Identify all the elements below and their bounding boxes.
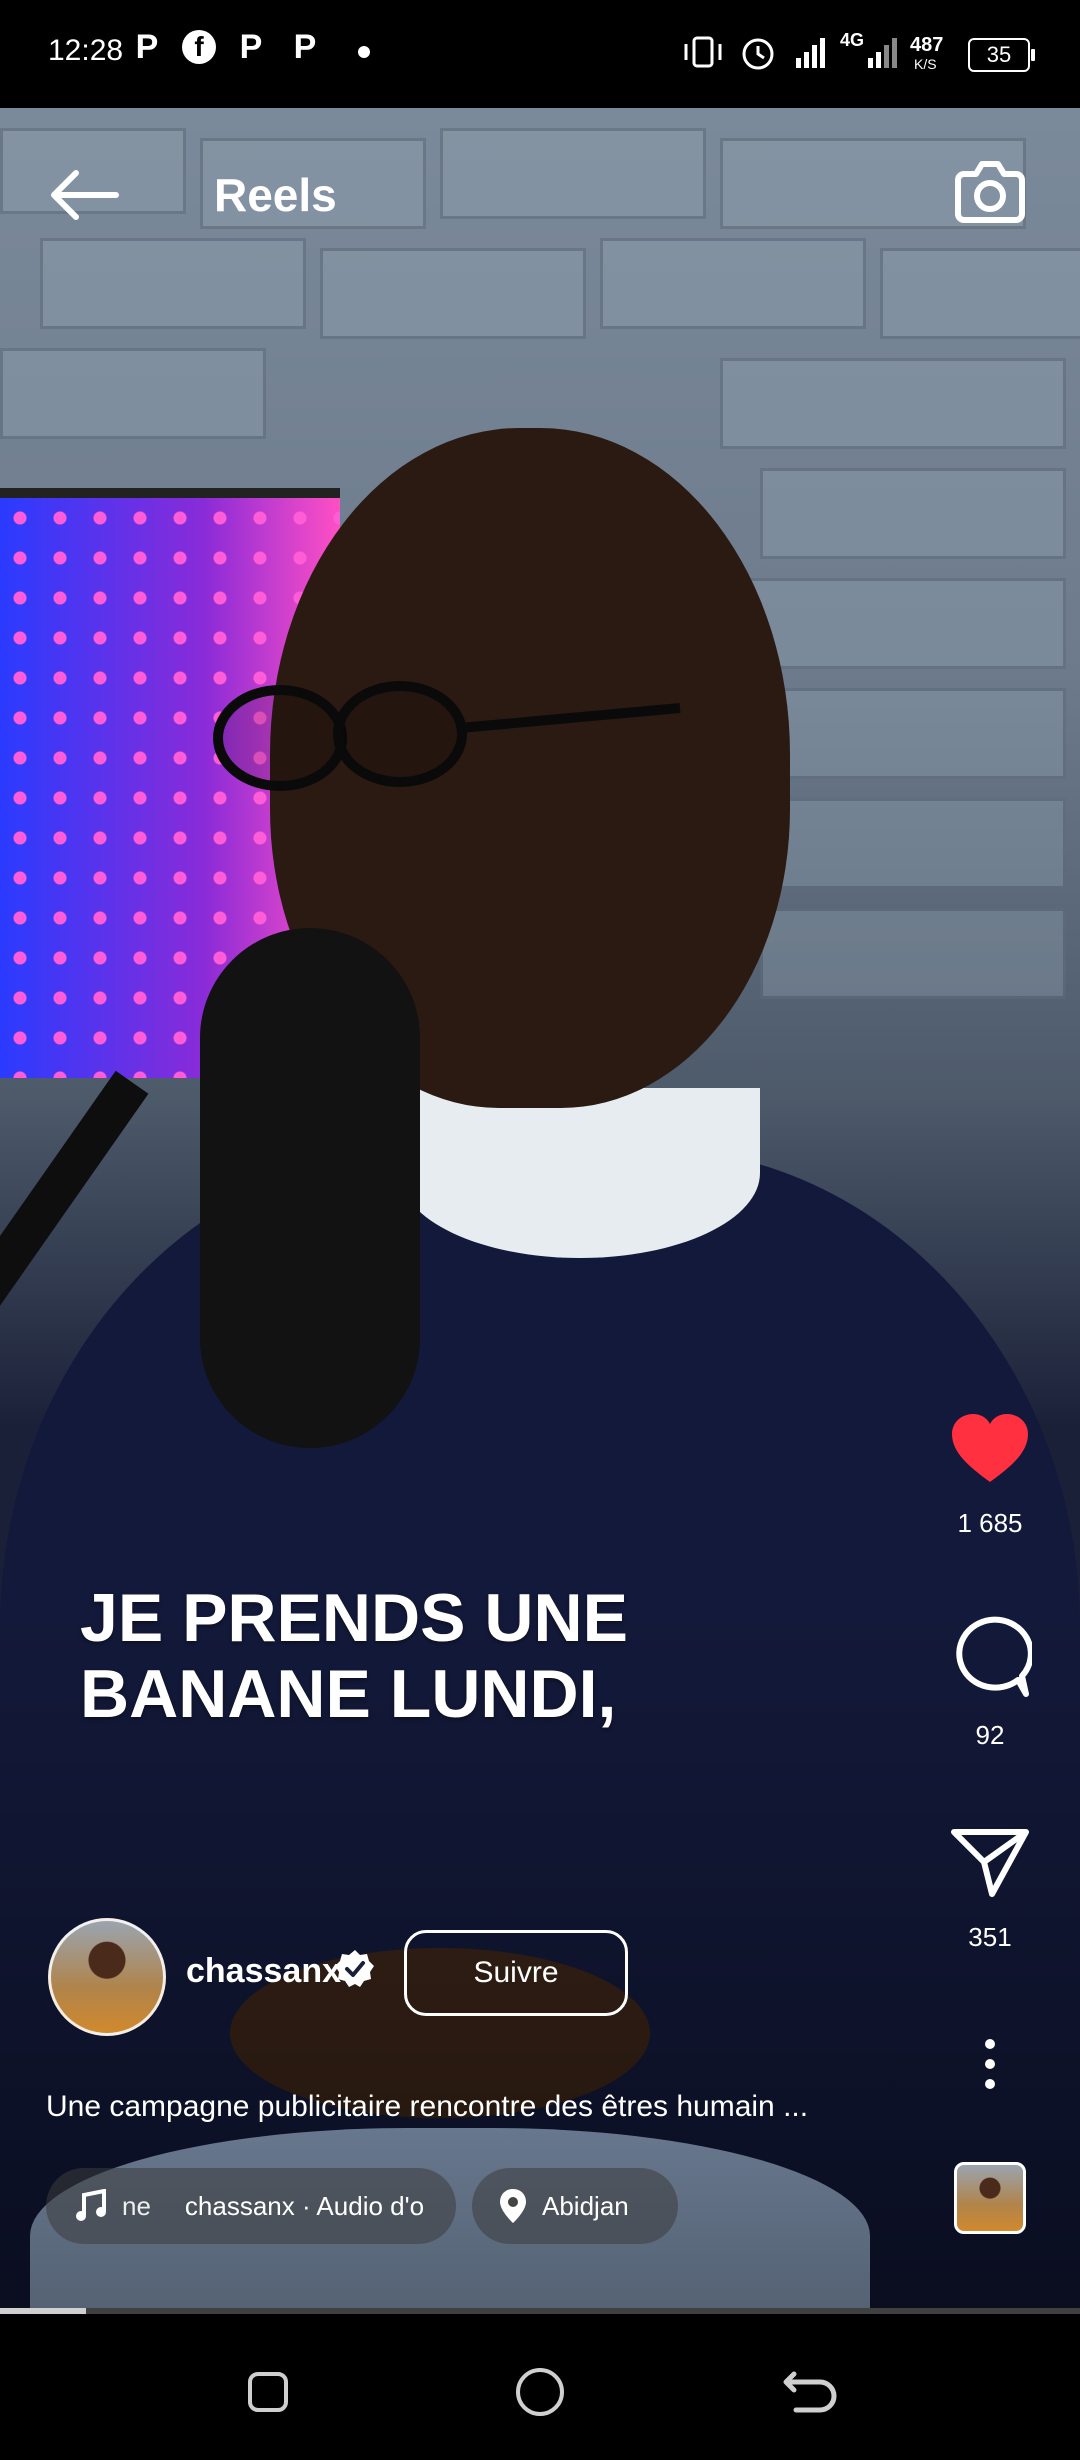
audio-chip[interactable]: ne chassanx · Audio d'o (46, 2168, 456, 2244)
network-speed-unit: K/S (914, 56, 937, 72)
more-notifications-dot (358, 46, 370, 58)
heart-icon (952, 1414, 1028, 1482)
more-options-icon[interactable] (960, 2034, 1020, 2094)
network-speed: 487 (910, 34, 944, 56)
app-notification-icon: P (135, 28, 159, 66)
status-bar: 12:28 P f P P 4G 487 K/S 35 (0, 0, 1080, 108)
glasses (213, 681, 681, 791)
nav-back-icon[interactable] (780, 2366, 840, 2418)
page-title: Reels (214, 169, 337, 221)
signal-icon-2 (868, 38, 897, 68)
audio-prefix: ne (122, 2190, 151, 2221)
share-count: 351 (968, 1922, 1012, 1952)
location-pin-icon (500, 2189, 526, 2223)
location-label: Abidjan (542, 2190, 629, 2221)
verified-badge-icon (335, 1950, 374, 1987)
recent-apps-button[interactable] (248, 2372, 288, 2412)
comment-icon (956, 1616, 1032, 1697)
follow-button[interactable]: Suivre (404, 1930, 628, 2016)
audio-label: chassanx · Audio d'o (184, 2190, 425, 2221)
status-time: 12:28 (48, 34, 124, 67)
author-username[interactable]: chassanx (186, 1952, 341, 1991)
location-chip[interactable]: Abidjan (472, 2168, 678, 2244)
alarm-icon (742, 38, 774, 70)
app-notification-icon: P (293, 28, 317, 66)
reel-description[interactable]: Une campagne publicitaire rencontre des … (46, 2090, 946, 2124)
caption-line-2: BANANE LUNDI, (80, 1656, 617, 1732)
camera-icon[interactable] (950, 152, 1030, 232)
facebook-icon: f (182, 30, 216, 64)
comment-count: 92 (975, 1720, 1005, 1750)
author-avatar[interactable] (48, 1918, 166, 2036)
app-notification-icon: P (239, 28, 263, 66)
comment-button[interactable]: 92 (930, 1614, 1050, 1751)
send-icon (951, 1829, 1029, 1897)
vibrate-icon (684, 36, 722, 68)
signal-icon (796, 38, 825, 68)
caption-line-1: JE PRENDS UNE (80, 1580, 628, 1656)
music-note-icon (76, 2189, 106, 2221)
video-caption: JE PRENDS UNE BANANE LUNDI, (80, 1580, 680, 1732)
person-collar (400, 1088, 760, 1258)
battery-icon: 35 (968, 38, 1035, 72)
microphone (200, 928, 420, 1448)
share-button[interactable]: 351 (930, 1824, 1050, 1953)
like-button[interactable]: 1 685 (930, 1410, 1050, 1539)
network-type: 4G (840, 30, 865, 50)
like-count: 1 685 (957, 1508, 1023, 1538)
audio-thumbnail[interactable] (954, 2162, 1026, 2234)
home-button[interactable] (516, 2368, 564, 2416)
back-arrow-icon[interactable] (44, 165, 124, 225)
